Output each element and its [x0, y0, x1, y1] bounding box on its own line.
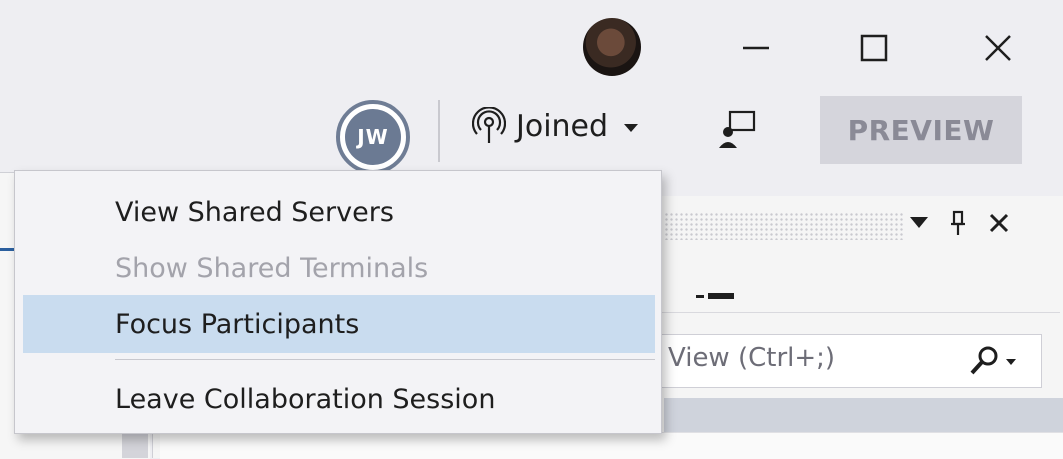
close-button[interactable] — [968, 18, 1028, 78]
minimize-icon — [743, 46, 769, 50]
tool-window-title-bar — [664, 212, 904, 240]
dropdown-arrow-icon[interactable] — [910, 217, 928, 229]
pin-icon[interactable] — [950, 210, 966, 236]
collapse-icon[interactable] — [696, 286, 736, 299]
joined-status-button[interactable]: Joined — [472, 104, 639, 148]
menu-item-show-shared-terminals: Show Shared Terminals — [115, 252, 429, 284]
search-placeholder: View (Ctrl+;) — [668, 343, 836, 373]
user-photo-avatar[interactable] — [583, 18, 641, 76]
tool-window-controls — [910, 210, 1010, 236]
list-header — [664, 398, 1063, 432]
maximize-icon — [860, 34, 888, 62]
menu-separator — [115, 359, 655, 360]
chevron-down-icon — [1006, 359, 1016, 365]
search-icon[interactable] — [966, 345, 1022, 381]
user-initials: JW — [345, 109, 401, 165]
menu-item-view-shared-servers[interactable]: View Shared Servers — [23, 183, 655, 241]
live-share-broadcast-icon — [472, 107, 506, 143]
joined-status-label: Joined — [516, 108, 609, 144]
list-row — [160, 432, 1063, 459]
chevron-down-icon — [624, 124, 639, 132]
maximize-button[interactable] — [844, 18, 904, 78]
preview-badge: PREVIEW — [820, 96, 1022, 164]
toolbar-divider — [438, 100, 440, 162]
minimize-button[interactable] — [726, 18, 786, 78]
feedback-button[interactable] — [716, 106, 760, 150]
close-icon — [985, 35, 1011, 61]
feedback-icon — [719, 110, 756, 148]
menu-item-focus-participants[interactable]: Focus Participants — [23, 295, 655, 353]
menu-item-leave-collaboration-session[interactable]: Leave Collaboration Session — [23, 370, 655, 428]
collaboration-dropdown-menu: View Shared Servers Show Shared Terminal… — [14, 170, 662, 434]
close-icon[interactable] — [988, 212, 1010, 234]
user-avatar[interactable]: JW — [336, 100, 410, 174]
